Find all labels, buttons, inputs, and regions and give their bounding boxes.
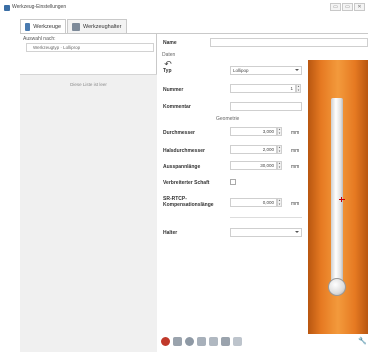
diameter-unit: mm <box>291 130 300 136</box>
neck-diameter-label: Halsdurchmesser <box>163 148 205 154</box>
type-label: Typ <box>163 68 172 74</box>
extended-shaft-checkbox[interactable] <box>230 179 236 185</box>
tool-list-panel: Auswahl nach: Werkzeugtyp · Lolliprop ↶ … <box>20 34 172 352</box>
length-unit: mm <box>291 164 300 170</box>
copy-icon[interactable] <box>173 336 182 346</box>
tool-ball-tip <box>328 278 346 296</box>
save-icon[interactable] <box>185 336 194 346</box>
tool-preview <box>308 60 368 334</box>
sort-selector[interactable]: Werkzeugtyp · Lolliprop <box>26 43 154 52</box>
diameter-label: Durchmesser <box>163 130 195 136</box>
tool-shaft <box>331 98 343 288</box>
number-stepper[interactable]: ▴ ▾ <box>296 84 301 93</box>
diameter-input[interactable]: 3,000 <box>230 127 277 136</box>
tool-list[interactable]: Diese Liste ist leer <box>20 74 157 352</box>
minimize-button[interactable]: ▭ <box>330 3 341 11</box>
group-icon[interactable] <box>233 336 242 346</box>
tab-tools[interactable]: Werkzeuge <box>20 19 66 33</box>
number-label: Nummer <box>163 87 184 93</box>
rtcp-stepper[interactable]: ▴ ▾ <box>277 198 282 207</box>
rtcp-input[interactable]: 0,000 <box>230 198 277 207</box>
export-icon[interactable] <box>209 336 218 346</box>
comment-label: Kommentar <box>163 104 191 110</box>
name-input[interactable] <box>210 38 368 47</box>
chevron-down-icon <box>295 69 299 71</box>
measure-marker <box>339 199 345 200</box>
length-label: Ausspannlänge <box>163 164 201 170</box>
diameter-stepper[interactable]: ▴ ▾ <box>277 127 282 136</box>
add-icon[interactable] <box>161 336 170 346</box>
close-button[interactable]: ✕ <box>354 3 365 11</box>
holder-icon <box>72 22 80 31</box>
section-geometry-label: Geometrie <box>216 116 240 122</box>
import-icon[interactable] <box>197 336 206 346</box>
length-input[interactable]: 30,000 <box>230 161 277 170</box>
window-title: Werkzeug-Einstellungen <box>12 4 67 10</box>
sort-label: Auswahl nach: <box>23 36 56 42</box>
number-input[interactable]: 1 <box>230 84 296 93</box>
tab-holders-label: Werkzeughalter <box>83 23 122 30</box>
comment-input[interactable] <box>230 102 302 111</box>
rtcp-label: SR-RTCP-Kompensationslänge <box>163 196 214 208</box>
neck-diameter-input[interactable]: 2,000 <box>230 145 277 154</box>
separator <box>230 217 302 218</box>
extended-shaft-label: Verbreiterter Schaft <box>163 180 210 186</box>
tab-holders[interactable]: Werkzeughalter <box>67 19 127 33</box>
chevron-down-icon <box>295 231 299 233</box>
maximize-button[interactable]: ▭ <box>342 3 353 11</box>
app-icon <box>4 5 10 11</box>
bottom-toolbar <box>161 335 242 347</box>
section-data-label: Daten <box>162 52 176 58</box>
tab-tools-label: Werkzeuge <box>33 23 61 30</box>
wrench-icon[interactable]: 🔧 <box>358 337 367 345</box>
type-value: Lollipop <box>233 68 249 73</box>
name-label: Name <box>163 40 177 46</box>
neck-diameter-unit: mm <box>291 148 300 154</box>
tools-icon <box>25 22 31 31</box>
holder-select[interactable] <box>230 228 302 237</box>
measure-marker-tick <box>341 197 342 202</box>
empty-list-text: Diese Liste ist leer <box>70 82 107 87</box>
length-stepper[interactable]: ▴ ▾ <box>277 161 282 170</box>
rtcp-unit: mm <box>291 201 300 207</box>
title-bar: Werkzeug-Einstellungen ▭ ▭ ✕ <box>0 0 368 16</box>
print-icon[interactable] <box>221 336 230 346</box>
holder-label: Halter <box>163 230 178 236</box>
type-select[interactable]: Lollipop <box>230 66 302 75</box>
neck-diameter-stepper[interactable]: ▴ ▾ <box>277 145 282 154</box>
